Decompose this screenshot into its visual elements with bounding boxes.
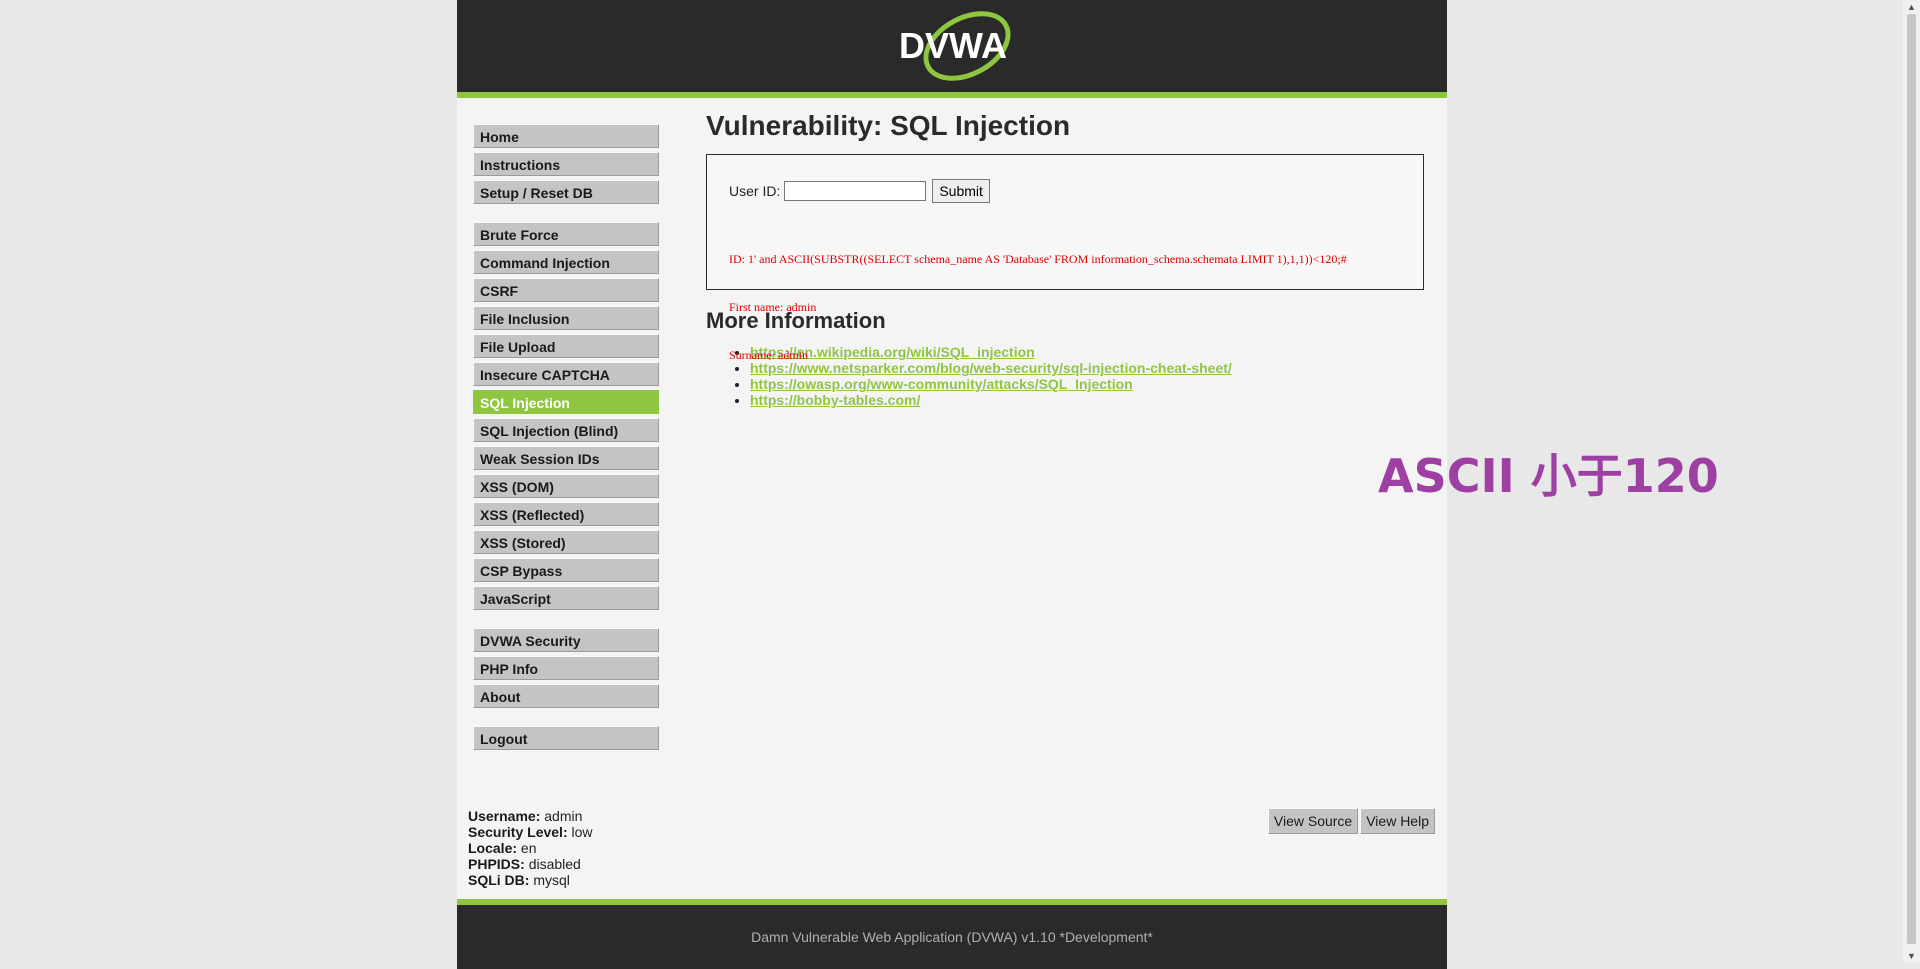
sidebar-item-weak-session-ids[interactable]: Weak Session IDs: [473, 446, 659, 470]
sidebar-item-dvwa-security[interactable]: DVWA Security: [473, 628, 659, 652]
sidebar-item-logout[interactable]: Logout: [473, 726, 659, 750]
sidebar-item-php-info[interactable]: PHP Info: [473, 656, 659, 680]
header: DVWA: [457, 0, 1447, 98]
menu-group: Home Instructions Setup / Reset DB: [473, 124, 659, 204]
page-title: Vulnerability: SQL Injection: [706, 110, 1071, 141]
info-row-username: Username: admin: [468, 808, 583, 824]
sidebar-item-xss-reflected[interactable]: XSS (Reflected): [473, 502, 659, 526]
system-info: Username: admin Security Level: low Loca…: [468, 808, 593, 888]
sidebar-item-xss-dom[interactable]: XSS (DOM): [473, 474, 659, 498]
annotation-label: ASCII 小于120: [1378, 449, 1719, 503]
sidebar-item-brute-force[interactable]: Brute Force: [473, 222, 659, 246]
vulnerable-code-area: User ID: Submit ID: 1' and ASCII(SUBSTR(…: [706, 154, 1424, 362]
svg-text:DVWA: DVWA: [899, 25, 1007, 66]
menu-group: DVWA Security PHP Info About: [473, 628, 659, 708]
sidebar-item-sql-injection[interactable]: SQL Injection: [473, 390, 659, 414]
info-row-phpids: PHPIDS: disabled: [468, 856, 581, 872]
user-id-form: User ID: Submit: [729, 179, 990, 203]
view-help-button[interactable]: View Help: [1360, 808, 1435, 834]
sidebar-item-command-injection[interactable]: Command Injection: [473, 250, 659, 274]
sidebar-item-file-inclusion[interactable]: File Inclusion: [473, 306, 659, 330]
query-output: ID: 1' and ASCII(SUBSTR((SELECT schema_n…: [729, 219, 1347, 395]
footer-text: Damn Vulnerable Web Application (DVWA) v…: [751, 929, 1153, 945]
sidebar-item-xss-stored[interactable]: XSS (Stored): [473, 530, 659, 554]
sidebar-item-setup-reset-db[interactable]: Setup / Reset DB: [473, 180, 659, 204]
sidebar-item-file-upload[interactable]: File Upload: [473, 334, 659, 358]
footer: Damn Vulnerable Web Application (DVWA) v…: [457, 899, 1447, 969]
sidebar-item-insecure-captcha[interactable]: Insecure CAPTCHA: [473, 362, 659, 386]
output-line-id: ID: 1' and ASCII(SUBSTR((SELECT schema_n…: [729, 252, 1347, 266]
scroll-thumb[interactable]: [1907, 14, 1916, 944]
info-row-sqli-db: SQLi DB: mysql: [468, 872, 570, 888]
sidebar-item-javascript[interactable]: JavaScript: [473, 586, 659, 610]
output-line-surname: Surname: admin: [729, 348, 808, 362]
main-content: Vulnerability: SQL Injection User ID: Su…: [706, 110, 1436, 408]
user-id-input[interactable]: [784, 181, 927, 201]
info-row-security-level: Security Level: low: [468, 824, 593, 840]
output-line-first-name: First name: admin: [729, 300, 817, 314]
sidebar-item-home[interactable]: Home: [473, 124, 659, 148]
sidebar-item-csp-bypass[interactable]: CSP Bypass: [473, 558, 659, 582]
sidebar-menu: Home Instructions Setup / Reset DB Brute Fo…: [473, 124, 659, 768]
page-container: DVWA Home Instructions Setup / Reset DB Bru…: [457, 0, 1447, 969]
info-row-locale: Locale: en: [468, 840, 537, 856]
submit-button[interactable]: Submit: [932, 179, 990, 203]
vertical-scrollbar[interactable]: ▲ ▼: [1903, 0, 1920, 963]
sidebar-item-about[interactable]: About: [473, 684, 659, 708]
sidebar-item-csrf[interactable]: CSRF: [473, 278, 659, 302]
user-id-label: User ID:: [729, 183, 781, 199]
dvwa-logo: DVWA: [899, 11, 1011, 81]
scroll-up-icon[interactable]: ▲: [1903, 0, 1920, 14]
view-buttons: View Source View Help: [1266, 808, 1435, 834]
menu-group: Logout: [473, 726, 659, 750]
sidebar-item-instructions[interactable]: Instructions: [473, 152, 659, 176]
view-source-button[interactable]: View Source: [1267, 808, 1359, 834]
sidebar-item-sql-injection-blind[interactable]: SQL Injection (Blind): [473, 418, 659, 442]
scroll-down-icon[interactable]: ▼: [1903, 949, 1920, 963]
menu-group: Brute Force Command Injection CSRF File Inc…: [473, 222, 659, 610]
